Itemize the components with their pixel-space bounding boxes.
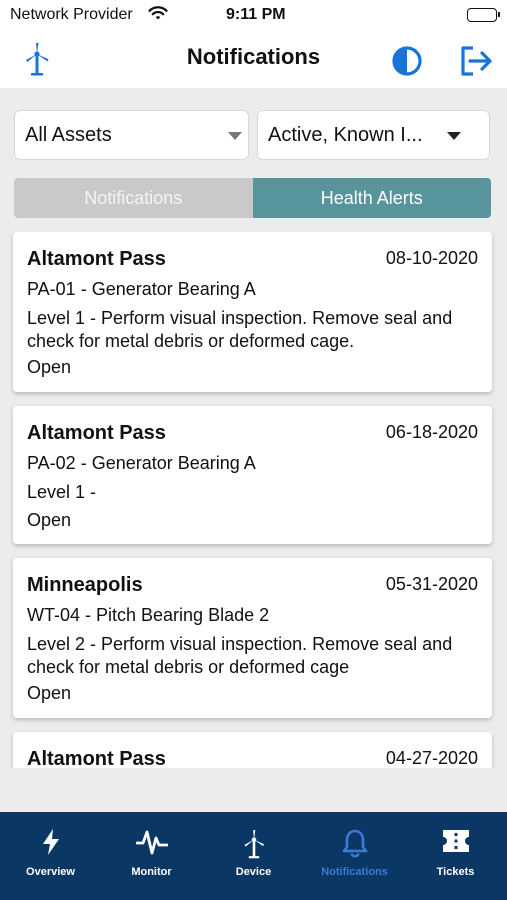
- alert-card[interactable]: Altamont Pass 06-18-2020 PA-02 - Generat…: [13, 406, 492, 544]
- status-filter-value: Active, Known I...: [268, 124, 423, 146]
- alert-card[interactable]: Altamont Pass 04-27-2020: [13, 732, 492, 768]
- alert-date: 08-10-2020: [385, 248, 478, 268]
- alert-status: Open: [27, 357, 72, 377]
- asset-name: PA-01 - Generator Bearing A: [27, 279, 256, 299]
- caret-down-icon: [447, 132, 461, 140]
- caret-down-icon: [228, 132, 242, 140]
- asset-name: WT-04 - Pitch Bearing Blade 2: [27, 605, 270, 625]
- nav-bar: Notifications: [0, 32, 507, 88]
- tab-notifications[interactable]: Notifications: [304, 812, 405, 900]
- asset-filter-value: All Assets: [25, 124, 112, 146]
- alert-date: 06-18-2020: [385, 422, 478, 442]
- carrier-label: Network Provider: [10, 6, 133, 23]
- tab-bar: Overview Monitor Device Notifications Ti…: [0, 812, 507, 900]
- asset-filter-dropdown[interactable]: All Assets: [14, 110, 249, 160]
- wifi-icon: [148, 5, 168, 26]
- site-name: Altamont Pass: [27, 748, 166, 768]
- tab-monitor[interactable]: Monitor: [101, 812, 202, 900]
- status-filter-dropdown[interactable]: Active, Known I...: [257, 110, 490, 160]
- alert-status: Open: [27, 510, 72, 530]
- tab-label: Monitor: [131, 866, 172, 878]
- alert-list[interactable]: Altamont Pass 08-10-2020 PA-01 - Generat…: [0, 232, 507, 768]
- page-title: Notifications: [186, 44, 321, 69]
- tab-tickets[interactable]: Tickets: [405, 812, 506, 900]
- alert-date: 04-27-2020: [385, 748, 478, 768]
- tab-label: Device: [235, 866, 272, 878]
- segmented-control: Notifications Health Alerts: [14, 178, 491, 218]
- tab-device[interactable]: Device: [203, 812, 304, 900]
- asset-name: PA-02 - Generator Bearing A: [27, 453, 256, 473]
- status-bar: Network Provider 9:11 PM: [0, 0, 507, 32]
- tab-label: Overview: [26, 866, 75, 878]
- pulse-icon: [101, 828, 202, 856]
- site-name: Altamont Pass: [27, 422, 166, 444]
- alert-card[interactable]: Altamont Pass 08-10-2020 PA-01 - Generat…: [13, 232, 492, 392]
- alert-description: Level 1 - Perform visual inspection. Rem…: [27, 308, 453, 351]
- tab-overview[interactable]: Overview: [0, 812, 101, 900]
- site-name: Altamont Pass: [27, 248, 166, 270]
- alert-description: Level 1 -: [27, 482, 97, 502]
- tab-label: Tickets: [436, 866, 475, 878]
- alert-date: 05-31-2020: [385, 574, 478, 594]
- battery-icon: [467, 8, 500, 22]
- wind-turbine-icon: [203, 828, 304, 860]
- alert-description: Level 2 - Perform visual inspection. Rem…: [27, 634, 453, 677]
- segment-notifications[interactable]: Notifications: [14, 178, 253, 218]
- contrast-icon[interactable]: [390, 44, 424, 83]
- ticket-icon: [405, 828, 506, 854]
- tab-label: Notifications: [321, 866, 388, 878]
- logout-icon[interactable]: [458, 44, 494, 83]
- clock: 9:11 PM: [226, 6, 286, 23]
- bolt-icon: [0, 828, 101, 856]
- segment-health-alerts[interactable]: Health Alerts: [252, 178, 491, 218]
- alert-card[interactable]: Minneapolis 05-31-2020 WT-04 - Pitch Bea…: [13, 558, 492, 718]
- alert-status: Open: [27, 683, 72, 703]
- bell-icon: [304, 828, 405, 858]
- site-name: Minneapolis: [27, 574, 143, 596]
